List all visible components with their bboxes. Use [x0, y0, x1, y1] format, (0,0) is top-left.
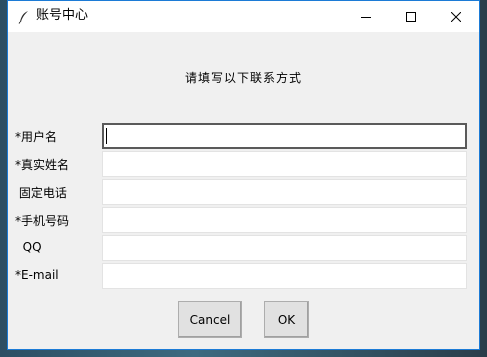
text-caret: [106, 128, 107, 144]
mobile-label: *手机号码: [15, 214, 70, 228]
field-row-username: *用户名: [8, 123, 479, 149]
title-bar[interactable]: 账号中心: [8, 1, 479, 32]
qq-label: QQ: [15, 240, 42, 254]
field-row-landline: 固定电话: [8, 179, 479, 205]
maximize-icon: [405, 11, 416, 22]
maximize-button[interactable]: [388, 1, 433, 32]
field-row-real-name: *真实姓名: [8, 151, 479, 177]
feather-icon: [17, 9, 31, 24]
field-row-qq: QQ: [8, 235, 479, 261]
minimize-icon: [360, 12, 371, 22]
minimize-button[interactable]: [343, 1, 388, 32]
qq-input[interactable]: [102, 235, 467, 261]
landline-input[interactable]: [102, 179, 467, 205]
mobile-input[interactable]: [102, 207, 467, 233]
ok-button[interactable]: OK: [264, 301, 309, 338]
dialog-window: 账号中心 请填写以下联系方式 *用户名 *真实姓名 固定电话 *手机号码 QQ …: [7, 0, 480, 350]
field-row-mobile: *手机号码: [8, 207, 479, 233]
real-name-input[interactable]: [102, 151, 467, 177]
window-title: 账号中心: [36, 8, 89, 23]
form-heading: 请填写以下联系方式: [184, 71, 302, 85]
username-input[interactable]: [102, 123, 467, 149]
email-input[interactable]: [102, 263, 467, 289]
username-label: *用户名: [15, 130, 58, 144]
email-label: *E-mail: [15, 268, 59, 282]
landline-label: 固定电话: [15, 186, 67, 200]
close-button[interactable]: [433, 1, 478, 32]
close-icon: [450, 11, 461, 22]
real-name-label: *真实姓名: [15, 158, 70, 172]
field-row-email: *E-mail: [8, 263, 479, 289]
cancel-button[interactable]: Cancel: [178, 301, 242, 338]
